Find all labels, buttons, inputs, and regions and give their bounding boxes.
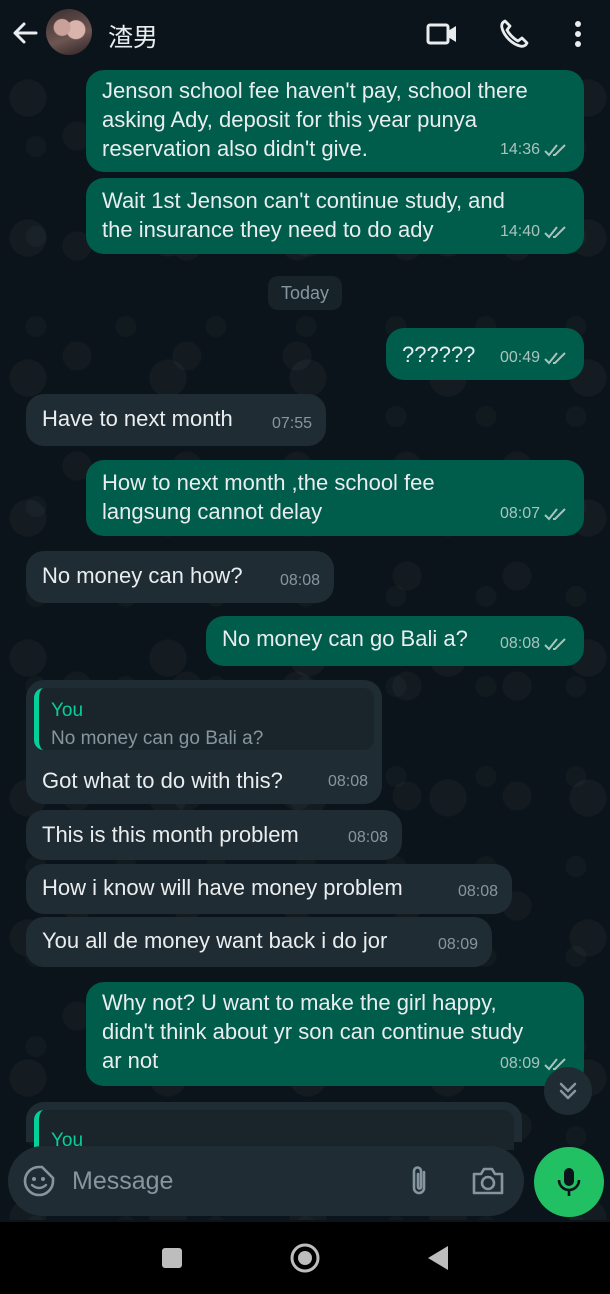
quoted-message[interactable]: You No money can go Bali a? <box>34 688 374 750</box>
date-separator: Today <box>268 276 342 310</box>
message-meta: 08:09 <box>438 930 478 959</box>
message-time: 08:08 <box>347 829 388 846</box>
read-receipt-icon <box>544 143 566 156</box>
double-chevron-down-icon <box>559 1082 577 1100</box>
message-text: Got what to do with this? <box>42 768 283 793</box>
message-time: 08:08 <box>499 635 540 652</box>
read-receipt-icon <box>544 637 566 650</box>
camera-icon[interactable] <box>470 1164 506 1198</box>
contact-name[interactable]: 渣男 <box>108 18 158 54</box>
message-time: 08:08 <box>327 773 368 790</box>
message-bubble-incoming[interactable]: How i know will have money problem 08:08 <box>26 864 512 914</box>
chat-header: 渣男 <box>0 0 610 70</box>
voice-message-button[interactable] <box>534 1147 604 1217</box>
message-text: No money can go Bali a? <box>222 626 468 651</box>
message-text: ?????? <box>402 342 476 367</box>
video-call-icon[interactable] <box>424 16 460 52</box>
quoted-message[interactable]: You <box>34 1110 514 1151</box>
message-input[interactable]: Message <box>72 1167 173 1196</box>
message-meta: 14:36 <box>500 135 570 164</box>
attach-icon[interactable] <box>404 1164 436 1198</box>
quote-text: No money can go Bali a? <box>51 728 264 749</box>
message-time: 08:09 <box>437 936 478 953</box>
message-text: How i know will have money problem <box>42 875 403 900</box>
message-time: 14:40 <box>499 223 540 240</box>
message-meta: 08:08 <box>328 767 368 796</box>
avatar[interactable] <box>46 9 92 55</box>
scroll-to-bottom-button[interactable] <box>544 1067 592 1115</box>
more-options-icon[interactable] <box>560 16 596 52</box>
recents-square-icon[interactable] <box>160 1246 184 1270</box>
quote-author: You <box>51 700 84 721</box>
home-circle-icon[interactable] <box>289 1242 321 1274</box>
message-meta: 08:08 <box>458 877 498 906</box>
voice-call-icon[interactable] <box>496 16 532 52</box>
message-time: 08:09 <box>499 1055 540 1072</box>
message-text: How to next month ,the school fee langsu… <box>102 470 435 524</box>
system-navigation-bar <box>0 1222 610 1294</box>
message-bubble-outgoing[interactable]: ?????? 00:49 <box>386 328 584 380</box>
message-time: 08:08 <box>457 883 498 900</box>
mic-icon <box>557 1168 581 1196</box>
message-time: 08:07 <box>499 505 540 522</box>
message-bubble-incoming[interactable]: You all de money want back i do jor 08:0… <box>26 917 492 967</box>
message-meta: 07:55 <box>272 409 312 438</box>
message-bubble-incoming[interactable]: This is this month problem 08:08 <box>26 810 402 860</box>
message-text: No money can how? <box>42 563 243 588</box>
read-receipt-icon <box>544 351 566 364</box>
back-arrow-icon[interactable] <box>10 18 40 48</box>
message-bubble-incoming[interactable]: Have to next month 07:55 <box>26 394 326 446</box>
message-meta: 00:49 <box>500 343 570 372</box>
read-receipt-icon <box>544 225 566 238</box>
message-bubble-outgoing[interactable]: Why not? U want to make the girl happy, … <box>86 982 584 1086</box>
message-bubble-incoming[interactable]: No money can how? 08:08 <box>26 551 334 603</box>
message-text: You all de money want back i do jor <box>42 928 388 953</box>
message-text: Why not? U want to make the girl happy, … <box>102 990 524 1073</box>
message-meta: 14:40 <box>500 217 570 246</box>
read-receipt-icon <box>544 507 566 520</box>
message-text: This is this month problem <box>42 822 299 847</box>
message-composer[interactable]: Message <box>8 1146 524 1216</box>
message-time: 00:49 <box>499 349 540 366</box>
message-bubble-outgoing[interactable]: Jenson school fee haven't pay, school th… <box>86 70 584 172</box>
message-time: 14:36 <box>499 141 540 158</box>
message-meta: 08:07 <box>500 499 570 528</box>
emoji-sticker-icon[interactable] <box>22 1164 56 1198</box>
message-meta: 08:08 <box>500 629 570 658</box>
back-triangle-icon[interactable] <box>426 1244 450 1272</box>
message-text: Have to next month <box>42 406 233 431</box>
message-text: Jenson school fee haven't pay, school th… <box>102 78 528 161</box>
message-meta: 08:08 <box>280 566 320 595</box>
message-time: 08:08 <box>279 572 320 589</box>
message-bubble-outgoing[interactable]: Wait 1st Jenson can't continue study, an… <box>86 178 584 254</box>
message-bubble-incoming[interactable]: You No money can go Bali a? Got what to … <box>26 680 382 804</box>
message-bubble-incoming[interactable]: You <box>26 1102 522 1151</box>
message-meta: 08:08 <box>348 823 388 852</box>
message-time: 07:55 <box>271 415 312 432</box>
message-bubble-outgoing[interactable]: No money can go Bali a? 08:08 <box>206 616 584 666</box>
message-bubble-outgoing[interactable]: How to next month ,the school fee langsu… <box>86 460 584 536</box>
message-text: Wait 1st Jenson can't continue study, an… <box>102 188 505 242</box>
